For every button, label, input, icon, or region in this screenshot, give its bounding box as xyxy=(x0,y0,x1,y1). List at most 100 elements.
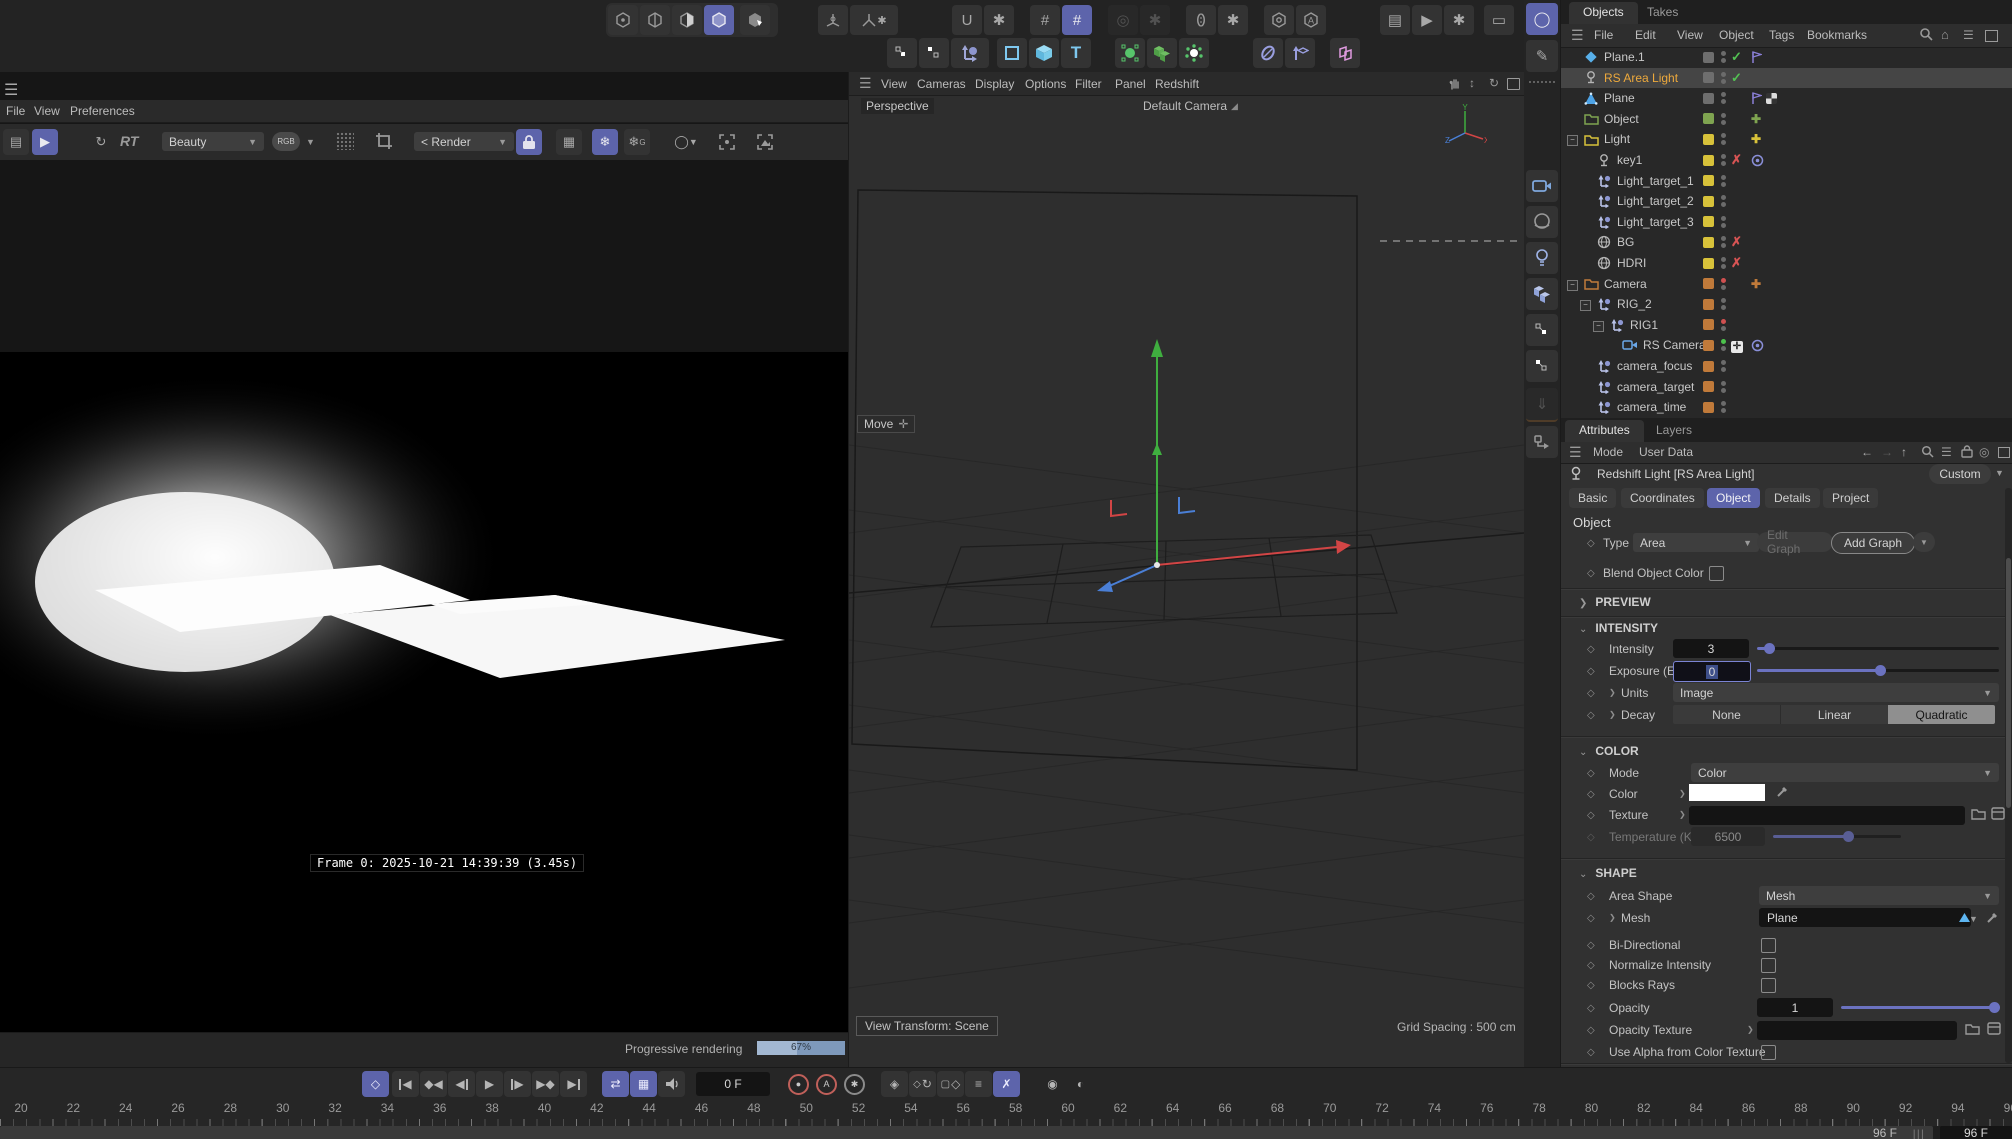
light-object-button[interactable] xyxy=(1526,242,1558,274)
preview-range-slider[interactable]: 96 F ||| xyxy=(0,1126,1933,1139)
object-row-plane[interactable]: Plane xyxy=(1561,88,2012,108)
lock-icon[interactable] xyxy=(516,129,542,155)
ruler-frame-86[interactable]: 86 xyxy=(1729,1101,1769,1115)
solo-object-button[interactable]: ◐ xyxy=(1067,1071,1094,1097)
am-new-panel-icon[interactable] xyxy=(1998,447,2010,458)
attributes-scrollbar-thumb[interactable] xyxy=(2006,558,2011,808)
object-row-rs-area-light[interactable]: RS Area Light ✓ xyxy=(1561,67,2012,88)
rectangle-selection-button[interactable] xyxy=(919,38,949,68)
preset-dropdown[interactable]: Custom xyxy=(1929,464,1991,484)
object-row-light[interactable]: − Light ✚ xyxy=(1561,129,2012,149)
tab-coordinates[interactable]: Coordinates xyxy=(1621,488,1704,508)
dither-icon[interactable] xyxy=(336,132,354,150)
ruler-frame-60[interactable]: 60 xyxy=(1048,1101,1088,1115)
ruler-frame-30[interactable]: 30 xyxy=(263,1101,303,1115)
am-up-icon[interactable]: ↑ xyxy=(1901,445,1907,459)
normalize-intensity-checkbox[interactable] xyxy=(1761,958,1776,973)
section-color[interactable]: ⌄ COLOR xyxy=(1579,744,1639,758)
om-home-icon[interactable]: ⌂ xyxy=(1941,27,1949,42)
ruler-frame-52[interactable]: 52 xyxy=(839,1101,879,1115)
object-row-key1[interactable]: key1 ✗ xyxy=(1561,150,2012,170)
om-new-panel-icon[interactable] xyxy=(1985,30,1998,42)
sound-button[interactable] xyxy=(658,1071,685,1097)
keying-settings-button[interactable]: ✱ xyxy=(841,1071,868,1097)
visibility-dots[interactable] xyxy=(1721,215,1726,228)
live-selection-button[interactable] xyxy=(887,38,917,68)
ruler-frame-42[interactable]: 42 xyxy=(577,1101,617,1115)
snowflake-freeze-icon[interactable]: ❄ xyxy=(592,129,618,155)
object-row-light-target-3[interactable]: Light_target_3 xyxy=(1561,212,2012,232)
rv-menu-view[interactable]: View xyxy=(34,104,60,118)
visibility-dots[interactable] xyxy=(1721,154,1726,166)
ruler-frame-90[interactable]: 90 xyxy=(1833,1101,1873,1115)
tab-details[interactable]: Details xyxy=(1765,488,1820,508)
edit-render-settings-button[interactable]: ✎ xyxy=(1526,40,1558,72)
visibility-dots[interactable] xyxy=(1721,195,1726,208)
ruler-frame-44[interactable]: 44 xyxy=(629,1101,669,1115)
ruler-frame-26[interactable]: 26 xyxy=(158,1101,198,1115)
add-graph-button[interactable]: Add Graph xyxy=(1831,532,1915,554)
quantize-grid-button[interactable]: # xyxy=(1062,5,1092,35)
ruler-frame-40[interactable]: 40 xyxy=(525,1101,565,1115)
vp-menu-panel[interactable]: Panel xyxy=(1115,77,1146,91)
ruler-frame-54[interactable]: 54 xyxy=(891,1101,931,1115)
am-track-icon[interactable]: ◎ xyxy=(1979,445,1989,459)
intensity-field[interactable]: 3 xyxy=(1673,639,1749,658)
tag-plus-yellow-icon[interactable]: ✚ xyxy=(1751,132,1761,146)
vp-menu-cameras[interactable]: Cameras xyxy=(917,77,966,91)
layer-chip[interactable] xyxy=(1703,401,1714,413)
tag-texture-icon[interactable] xyxy=(1766,92,1777,104)
om-menu-object[interactable]: Object xyxy=(1719,28,1754,42)
layer-chip[interactable] xyxy=(1703,319,1714,331)
vp-menu-redshift[interactable]: Redshift xyxy=(1155,77,1199,91)
loop-mode-button[interactable]: ⇄ xyxy=(602,1071,629,1097)
ruler-frame-38[interactable]: 38 xyxy=(472,1101,512,1115)
visibility-dots[interactable] xyxy=(1721,51,1726,63)
disabled-x-icon[interactable]: ✗ xyxy=(1731,234,1742,250)
object-row-light-target-1[interactable]: Light_target_1 xyxy=(1561,171,2012,191)
visibility-dots[interactable] xyxy=(1721,236,1726,249)
exposure-slider[interactable] xyxy=(1757,665,1999,676)
rv-menu-preferences[interactable]: Preferences xyxy=(70,104,135,118)
opacity-texture-layers-icon[interactable] xyxy=(1987,1022,2001,1035)
auto-mode-button[interactable]: A xyxy=(1296,5,1326,35)
decay-linear-option[interactable]: Linear xyxy=(1780,705,1888,724)
disabled-x-icon[interactable]: ✗ xyxy=(1731,152,1742,168)
ruler-frame-56[interactable]: 56 xyxy=(943,1101,983,1115)
expand-toggle[interactable]: − xyxy=(1567,135,1578,147)
visibility-dots[interactable] xyxy=(1721,401,1726,414)
select-parent-button[interactable] xyxy=(1526,350,1558,382)
key-parameter-button[interactable]: ≡ xyxy=(965,1071,992,1097)
viewport-canvas[interactable]: Perspective Default Camera ◢ Move ✛ View … xyxy=(849,95,1524,1067)
layer-chip[interactable] xyxy=(1703,175,1714,187)
layer-chip[interactable] xyxy=(1703,216,1714,228)
section-intensity[interactable]: ⌄ INTENSITY xyxy=(1579,621,1658,635)
layer-chip[interactable] xyxy=(1703,195,1714,207)
interactive-render-button[interactable]: ▭ xyxy=(1484,5,1514,35)
object-mode-button[interactable] xyxy=(740,5,770,35)
move-tool-button[interactable] xyxy=(951,38,989,68)
layer-chip[interactable] xyxy=(1703,257,1714,269)
tab-layers[interactable]: Layers xyxy=(1656,423,1692,437)
layer-chip[interactable] xyxy=(1703,51,1714,63)
ruler-frame-74[interactable]: 74 xyxy=(1414,1101,1454,1115)
object-row-rig-2[interactable]: − RIG_2 xyxy=(1561,294,2012,314)
visibility-dots[interactable] xyxy=(1721,92,1726,105)
range-grip[interactable]: ||| xyxy=(1913,1127,1925,1139)
ruler-frame-28[interactable]: 28 xyxy=(210,1101,250,1115)
motext-button[interactable]: T xyxy=(1061,38,1091,68)
ruler-frame-68[interactable]: 68 xyxy=(1257,1101,1297,1115)
object-row-camera-time[interactable]: camera_time xyxy=(1561,397,2012,417)
modeling-settings-button[interactable] xyxy=(1264,5,1294,35)
cubes-object-button[interactable] xyxy=(1526,278,1558,310)
prev-key-button[interactable]: ◆◀ xyxy=(420,1071,447,1097)
path-tool-button[interactable] xyxy=(1526,426,1558,458)
am-lock-icon[interactable] xyxy=(1961,445,1973,458)
decay-quadratic-option[interactable]: Quadratic xyxy=(1888,705,1995,724)
drop-to-floor-button[interactable]: ⇓ xyxy=(1526,388,1558,422)
select-children-button[interactable] xyxy=(1526,314,1558,346)
view-label[interactable]: Perspective xyxy=(861,98,934,114)
visibility-dots[interactable] xyxy=(1721,380,1726,393)
redshift-renderview-button[interactable]: ◯ xyxy=(1526,3,1558,35)
ruler-frame-96[interactable]: 96 xyxy=(1990,1101,2012,1115)
